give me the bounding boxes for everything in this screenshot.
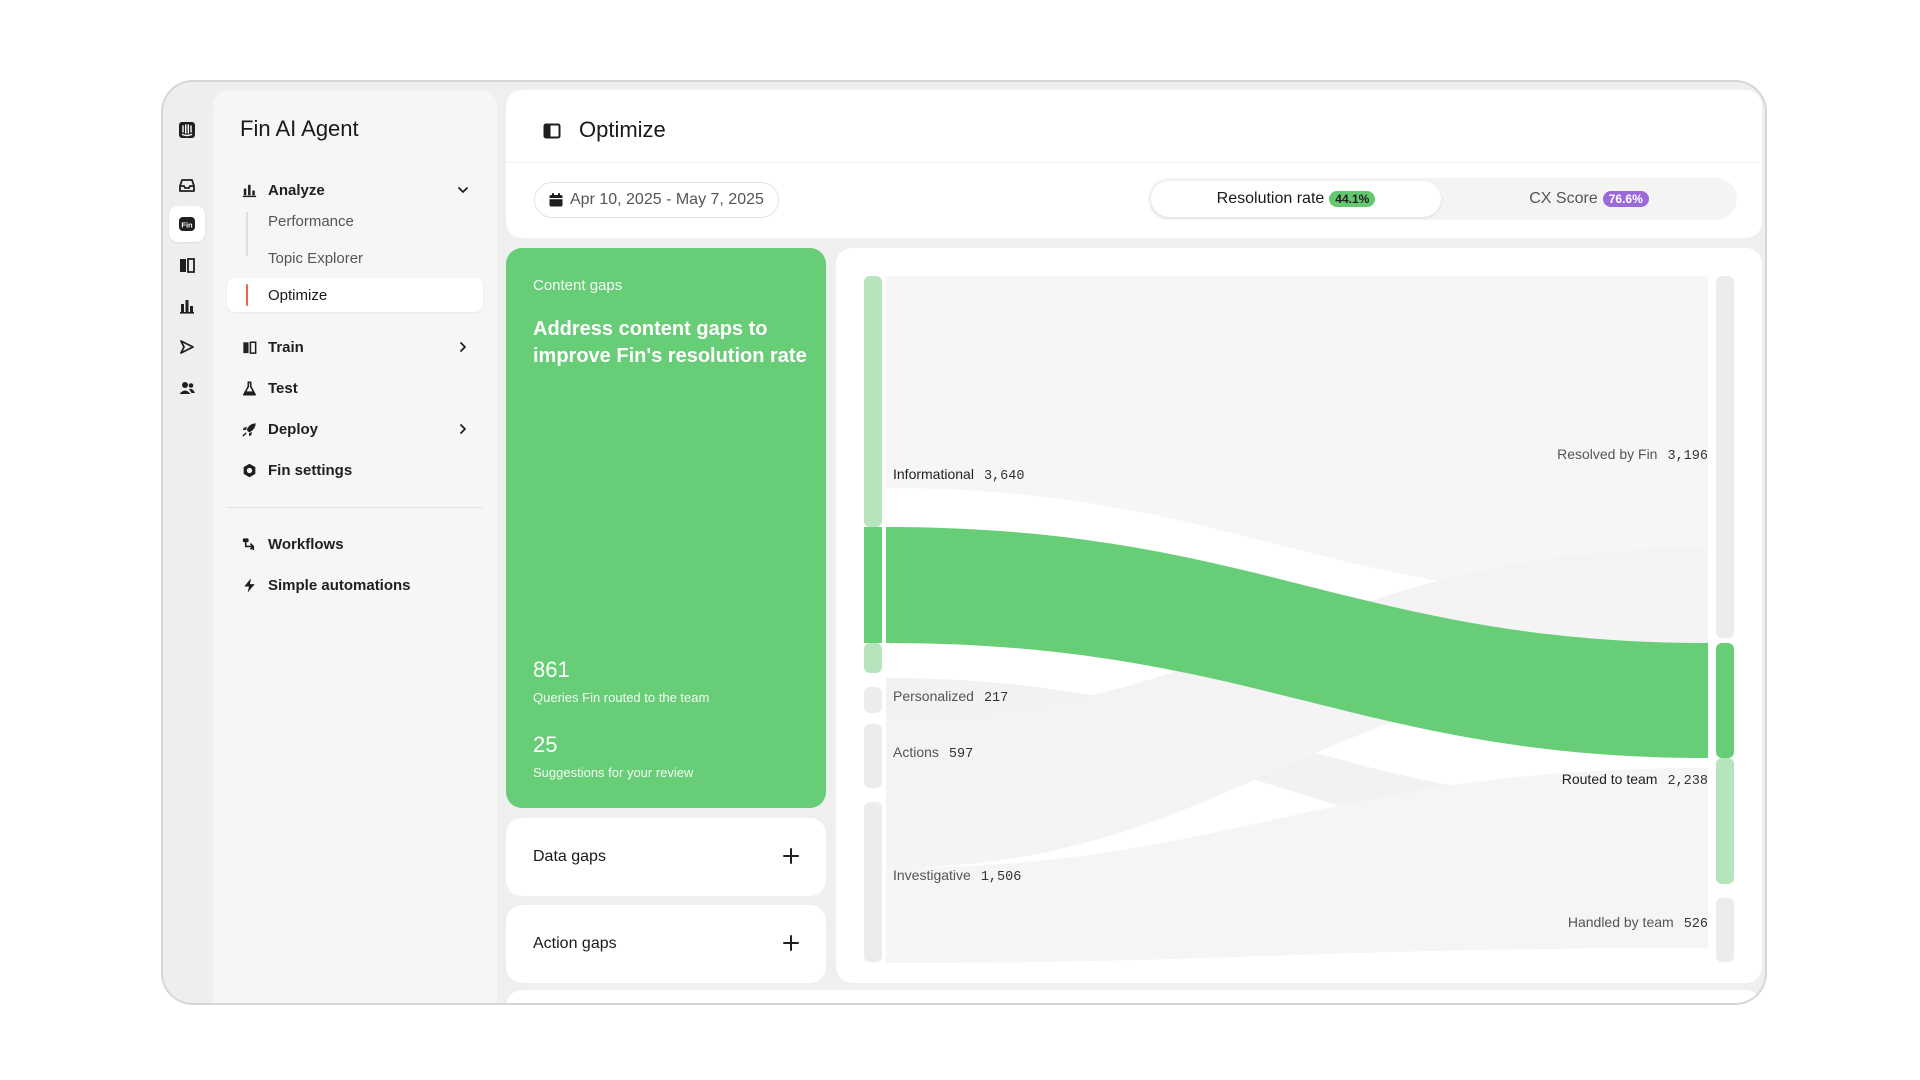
cx-score-badge: 76.6% [1602,191,1649,207]
node-bar-personalized[interactable] [864,687,882,713]
subnav-performance[interactable]: Performance [227,204,483,238]
subnav-topic-explorer[interactable]: Topic Explorer [227,241,483,275]
nav-deploy[interactable]: Deploy [227,411,483,447]
contacts-icon[interactable] [169,370,205,406]
plus-icon[interactable] [782,847,800,865]
target-label-handled: Handled by team 526 [1568,914,1708,932]
queries-routed-label: Queries Fin routed to the team [533,690,710,705]
content-gaps-kicker: Content gaps [533,277,623,294]
metric-toggle: Resolution rate 44.1% CX Score 76.6% [1148,178,1737,220]
nav-deploy-label: Deploy [268,420,319,438]
rocket-icon [240,420,258,438]
data-gaps-card[interactable]: Data gaps [506,818,826,896]
nav-workflows-label: Workflows [268,535,344,553]
chart-icon [240,181,258,199]
tab-resolution-rate[interactable]: Resolution rate 44.1% [1151,181,1441,217]
node-bar-informational-bottom[interactable] [864,643,882,673]
action-gaps-label: Action gaps [533,935,617,952]
tab-cx-score[interactable]: CX Score 76.6% [1444,181,1734,217]
source-label-investigative: Investigative 1,506 [893,867,1021,885]
nav-divider [227,507,483,508]
suggestions-value: 25 [533,732,558,757]
node-bar-routed-highlight[interactable] [1716,643,1734,758]
nav-simple-automations-label: Simple automations [268,576,411,594]
date-range-label: Apr 10, 2025 - May 7, 2025 [570,191,764,208]
tab-cx-score-label: CX Score [1529,190,1598,207]
chevron-down-icon[interactable] [455,182,471,198]
node-bar-routed-rest[interactable] [1716,758,1734,884]
header-divider [506,162,1762,163]
node-bar-resolved[interactable] [1716,276,1734,638]
resolution-rate-badge: 44.1% [1329,191,1376,207]
node-bar-informational-routed[interactable] [864,527,882,643]
svg-text:Fin: Fin [181,221,193,230]
calendar-icon [549,193,563,207]
target-label-resolved: Resolved by Fin 3,196 [1557,446,1708,464]
suggestions-label: Suggestions for your review [533,765,694,780]
queries-routed-value: 861 [533,657,570,682]
nav-fin-settings[interactable]: Fin settings [227,452,483,488]
app-title: Fin AI Agent [240,116,359,141]
lightning-icon [240,576,258,594]
target-label-routed: Routed to team 2,238 [1562,771,1708,789]
node-bar-actions[interactable] [864,724,882,788]
source-label-informational: Informational 3,640 [893,466,1024,484]
node-bar-informational-top[interactable] [864,276,882,527]
content-gaps-card[interactable]: Content gaps Address content gaps to imp… [506,248,826,808]
book-icon [240,338,258,356]
gear-icon [240,461,258,479]
data-gaps-label: Data gaps [533,848,606,865]
nav-panel: Fin AI Agent Analyze Performance Topic E… [213,90,497,1003]
content-gaps-headline: Address content gaps to improve Fin's re… [533,318,807,367]
icon-rail: Fin [163,82,213,1003]
inbox-icon[interactable] [169,167,205,203]
nav-analyze[interactable]: Analyze [227,172,483,208]
sankey-chart: Informational 3,640 Personalized 217 Actio… [864,276,1734,963]
app-window: Fin Fin AI Agent Analyze Performance Top… [161,80,1767,1005]
flask-icon [240,379,258,397]
reports-icon[interactable] [169,288,205,324]
next-card-peek [506,990,1762,1003]
nav-analyze-label: Analyze [268,181,325,199]
fin-icon[interactable]: Fin [169,206,205,242]
plus-icon[interactable] [782,934,800,952]
source-label-actions: Actions 597 [893,744,973,762]
nav-simple-automations[interactable]: Simple automations [227,567,483,603]
nav-train-label: Train [268,338,304,356]
book-icon[interactable] [169,247,205,283]
outbound-icon[interactable] [169,329,205,365]
page-title: Optimize [579,117,666,142]
subnav-optimize[interactable]: Optimize [227,278,483,312]
header-card: Optimize Apr 10, 2025 - May 7, 2025 Reso… [506,90,1762,238]
nav-workflows[interactable]: Workflows [227,526,483,562]
chevron-right-icon[interactable] [455,339,471,355]
workflow-icon [240,535,258,553]
logo-icon[interactable] [169,112,205,148]
nav-train[interactable]: Train [227,329,483,365]
action-gaps-card[interactable]: Action gaps [506,905,826,983]
tab-resolution-rate-label: Resolution rate [1216,190,1325,207]
node-bar-investigative[interactable] [864,802,882,962]
node-bar-handled[interactable] [1716,898,1734,962]
sankey-chart-card: Informational 3,640 Personalized 217 Actio… [836,248,1762,983]
date-range-picker[interactable]: Apr 10, 2025 - May 7, 2025 [534,182,779,218]
sidebar-toggle-icon[interactable] [542,121,562,141]
nav-test-label: Test [268,379,298,397]
nav-test[interactable]: Test [227,370,483,406]
nav-fin-settings-label: Fin settings [268,461,353,479]
source-label-personalized: Personalized 217 [893,688,1008,706]
chevron-right-icon[interactable] [455,421,471,437]
